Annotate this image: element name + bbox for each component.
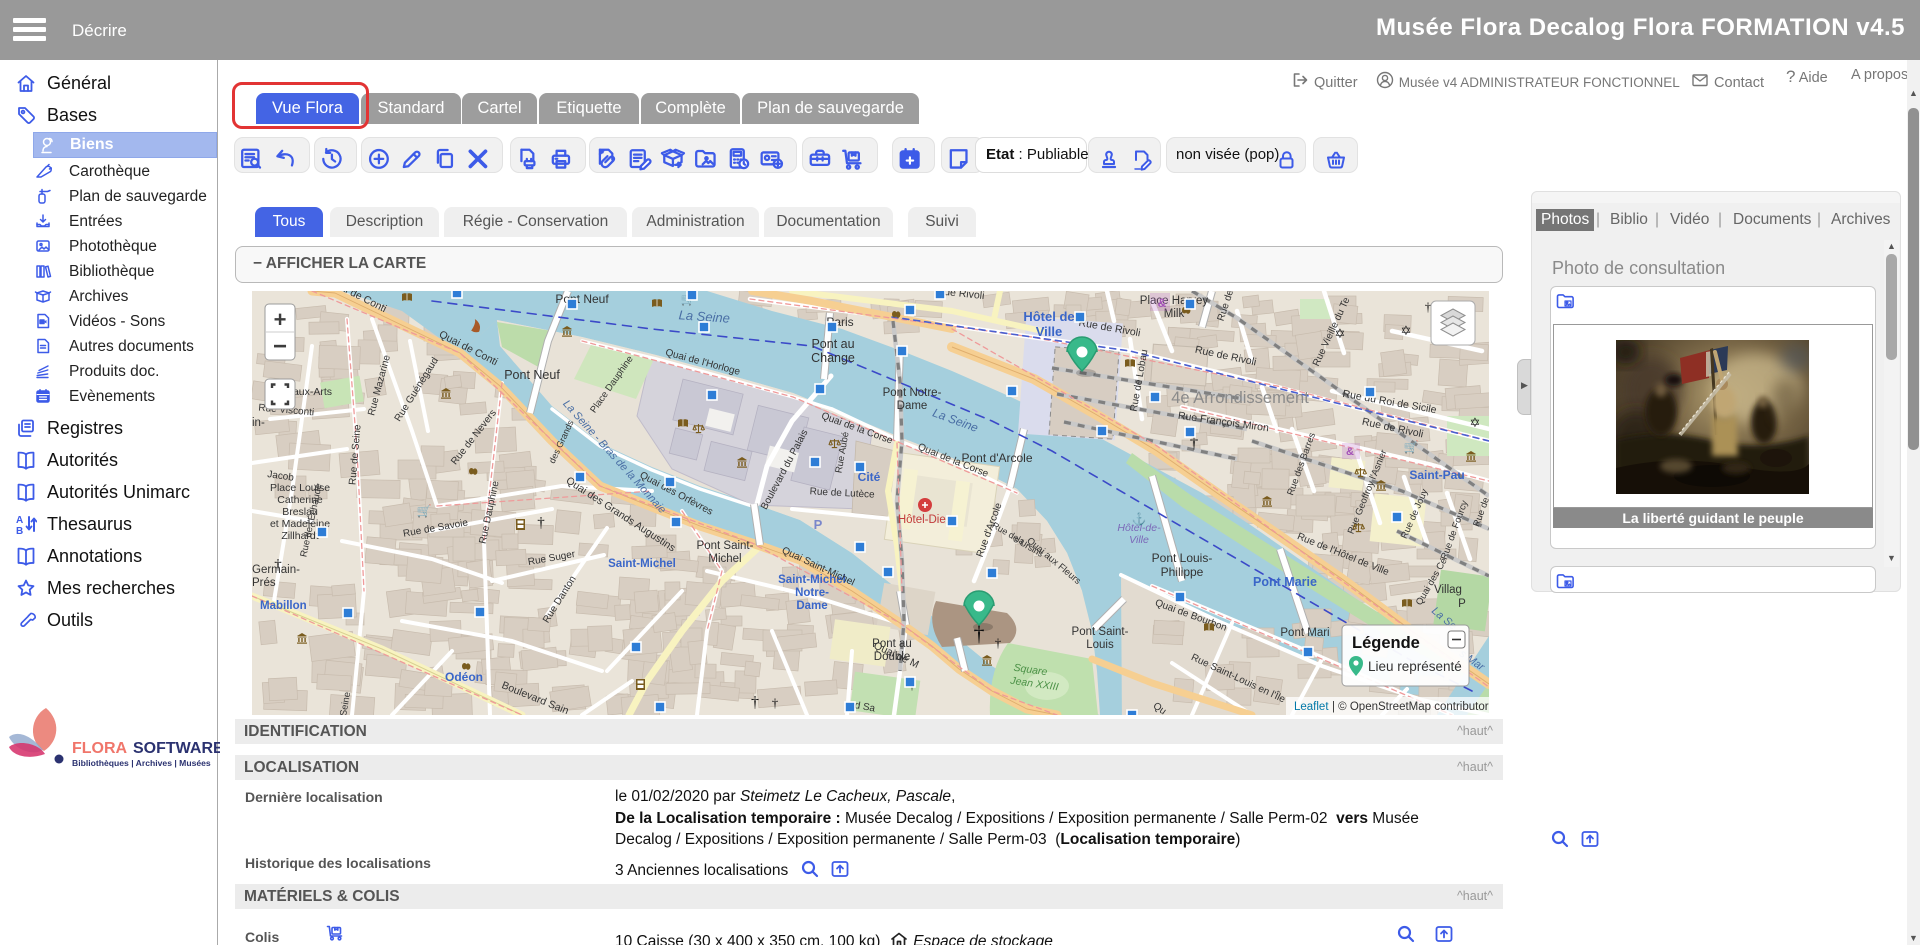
- svg-text:Hôtel-Dieu: Hôtel-Dieu: [898, 514, 952, 526]
- svg-text:A: A: [16, 515, 23, 526]
- svg-text:Rue Aubé: Rue Aubé: [833, 431, 851, 474]
- svg-text:Leaflet: Leaflet: [1294, 701, 1329, 713]
- svg-text:4e Arrondissement: 4e Arrondissement: [1171, 389, 1309, 407]
- svg-text:Pont Notre-: Pont Notre-: [883, 387, 942, 399]
- svg-text:Rue de Lutèce: Rue de Lutèce: [809, 486, 875, 500]
- svg-text:−: −: [273, 333, 287, 360]
- svg-text:Mabillon: Mabillon: [260, 600, 307, 612]
- svg-text:Saint-Pau: Saint-Pau: [1409, 468, 1464, 482]
- svg-text:Prés: Prés: [252, 577, 276, 589]
- svg-text:†: †: [772, 695, 779, 710]
- svg-text:†: †: [995, 635, 1002, 650]
- svg-text:La Seine - Bras de la Monnaie: La Seine - Bras de la Monnaie: [560, 398, 668, 516]
- svg-text:Rue Geoffroy l'Asnier: Rue Geoffroy l'Asnier: [1346, 448, 1390, 535]
- svg-text:&: &: [1346, 446, 1354, 458]
- svg-text:Rue de Rivoli: Rue de Rivoli: [1194, 344, 1258, 369]
- svg-text:Dame: Dame: [796, 600, 827, 612]
- svg-text:Lieu représenté: Lieu représenté: [1368, 659, 1462, 674]
- svg-text:Rue du Roi de Sicile: Rue du Roi de Sicile: [1342, 388, 1438, 416]
- svg-text:Quai aux Fleurs: Quai aux Fleurs: [1024, 535, 1083, 587]
- svg-text:Rue Dauphine: Rue Dauphine: [478, 480, 502, 545]
- svg-text:Hôtel de: Hôtel de: [1023, 309, 1074, 324]
- svg-text:Rue de Seine: Rue de Seine: [347, 424, 363, 486]
- svg-text:Qu: Qu: [1151, 701, 1168, 715]
- svg-text:Change: Change: [811, 351, 855, 365]
- svg-text:Louis: Louis: [1086, 639, 1114, 651]
- svg-text:Rue de Nevers: Rue de Nevers: [449, 408, 499, 467]
- svg-text:Philippe: Philippe: [1161, 565, 1204, 579]
- svg-text:Pont Saint-: Pont Saint-: [1072, 626, 1129, 638]
- svg-text:Boulevard du Palais: Boulevard du Palais: [759, 428, 810, 512]
- svg-text:P: P: [814, 517, 823, 532]
- svg-text:Saint-Michel: Saint-Michel: [608, 558, 676, 570]
- svg-text:Pont Neuf: Pont Neuf: [555, 292, 609, 306]
- svg-text:in-: in-: [252, 417, 265, 429]
- svg-text:Place Dauphine: Place Dauphine: [588, 354, 635, 415]
- svg-text:Quai des Cé: Quai des Cé: [1414, 556, 1450, 607]
- svg-text:Dame: Dame: [897, 400, 928, 412]
- svg-text:Rue de: Rue de: [1471, 496, 1489, 529]
- svg-text:Odéon: Odéon: [445, 670, 483, 684]
- svg-text:Quai de Bourbon: Quai de Bourbon: [1153, 598, 1228, 634]
- svg-text:| © OpenStreetMap contributors: | © OpenStreetMap contributors: [1332, 701, 1489, 713]
- svg-text:de Seine: de Seine: [336, 691, 353, 715]
- svg-text:⚓: ⚓: [1132, 512, 1147, 526]
- svg-text:Quai de Conti: Quai de Conti: [437, 328, 500, 368]
- svg-text:†: †: [751, 694, 759, 711]
- svg-text:Rue de Rivoli: Rue de Rivoli: [1078, 317, 1142, 340]
- svg-text:✡: ✡: [1335, 326, 1346, 341]
- svg-text:Villag: Villag: [1434, 584, 1462, 596]
- svg-text:B: B: [16, 526, 23, 535]
- svg-text:Rue Mazarine: Rue Mazarine: [366, 353, 393, 416]
- svg-text:Rue Vieille du Te: Rue Vieille du Te: [1311, 295, 1353, 368]
- svg-text:Pont Louis-: Pont Louis-: [1152, 551, 1213, 565]
- svg-text:SOFTWARE: SOFTWARE: [133, 740, 220, 757]
- svg-text:Rue de Jouy: Rue de Jouy: [1399, 487, 1431, 540]
- svg-text:Rue Danton: Rue Danton: [541, 574, 579, 625]
- svg-text:Notre-: Notre-: [795, 587, 829, 599]
- svg-text:ai de Conti: ai de Conti: [338, 291, 388, 315]
- svg-text:🛒: 🛒: [417, 504, 432, 518]
- svg-text:Rue de Rivoli: Rue de Rivoli: [1361, 416, 1425, 441]
- svg-text:Rue de Savoie: Rue de Savoie: [402, 517, 469, 539]
- svg-text:✡: ✡: [1470, 415, 1481, 430]
- svg-text:Ville: Ville: [1129, 534, 1149, 546]
- svg-text:Boulevard Sain: Boulevard Sain: [500, 679, 571, 715]
- svg-text:✡: ✡: [1401, 323, 1412, 338]
- svg-text:P: P: [1458, 598, 1466, 610]
- svg-text:Pont Mari: Pont Mari: [1280, 627, 1329, 639]
- svg-text:&: &: [1158, 296, 1167, 310]
- svg-text:Pont au: Pont au: [811, 337, 854, 351]
- svg-text:Pont Neuf: Pont Neuf: [504, 368, 560, 382]
- svg-text:Rue des Barres: Rue des Barres: [1285, 431, 1318, 497]
- svg-text:de Rivoli: de Rivoli: [944, 291, 985, 302]
- svg-text:Pont Saint-: Pont Saint-: [697, 540, 754, 552]
- svg-text:Pont Marie: Pont Marie: [1253, 575, 1317, 589]
- svg-text:Rue de l'Hôtel de Ville: Rue de l'Hôtel de Ville: [1295, 531, 1390, 578]
- svg-text:Légende: Légende: [1352, 634, 1420, 652]
- svg-text:Rue Guénégaud: Rue Guénégaud: [393, 356, 441, 424]
- svg-text:Rue de M: Rue de M: [1216, 291, 1240, 323]
- svg-text:Jean XXIII: Jean XXIII: [1009, 675, 1060, 694]
- svg-text:Bibliothèques | Archives | Mus: Bibliothèques | Archives | Musées: [72, 758, 211, 768]
- svg-text:🛒: 🛒: [1404, 440, 1419, 454]
- svg-text:Michel: Michel: [708, 553, 741, 565]
- svg-text:Rue de Fourcy: Rue de Fourcy: [1439, 499, 1471, 562]
- svg-text:des Grands: des Grands: [547, 418, 576, 465]
- svg-text:Rue Saint-Louis en l'Île: Rue Saint-Louis en l'Île: [1189, 650, 1288, 705]
- svg-text:Rue Suger: Rue Suger: [527, 549, 577, 568]
- svg-text:La Seine: La Seine: [931, 406, 981, 435]
- svg-text:Quai de l'Horloge: Quai de l'Horloge: [664, 347, 742, 378]
- svg-text:Rue de Lobau: Rue de Lobau: [1129, 349, 1151, 413]
- svg-text:†: †: [274, 557, 282, 573]
- svg-text:+: +: [274, 307, 287, 332]
- svg-text:FLORA: FLORA: [72, 740, 128, 757]
- svg-text:Ville: Ville: [1036, 324, 1063, 339]
- svg-text:†: †: [537, 515, 545, 531]
